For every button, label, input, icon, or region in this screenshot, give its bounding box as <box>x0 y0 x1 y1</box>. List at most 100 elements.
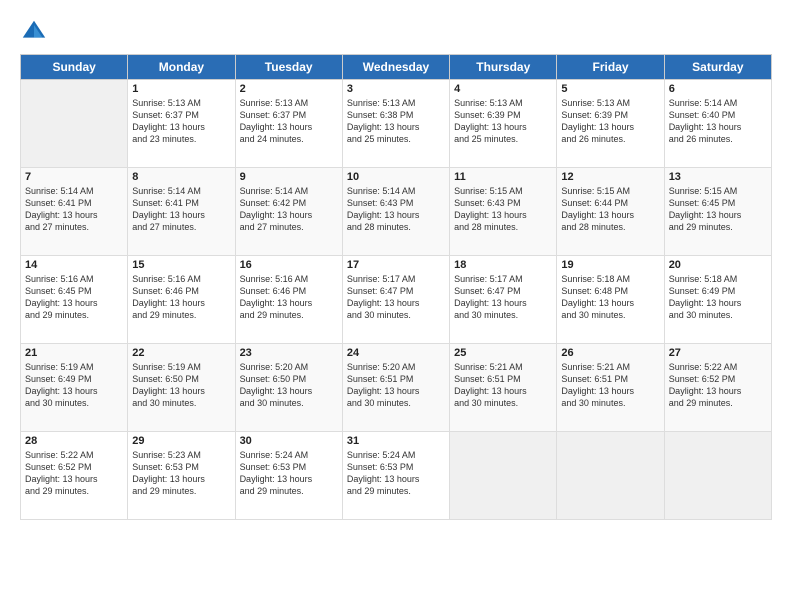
day-info: Sunrise: 5:18 AM Sunset: 6:49 PM Dayligh… <box>669 273 767 322</box>
calendar-cell: 23 Sunrise: 5:20 AM Sunset: 6:50 PM Dayli… <box>235 344 342 432</box>
day-number: 13 <box>669 171 767 183</box>
day-info: Sunrise: 5:14 AM Sunset: 6:43 PM Dayligh… <box>347 185 445 234</box>
day-number: 11 <box>454 171 552 183</box>
day-info: Sunrise: 5:13 AM Sunset: 6:38 PM Dayligh… <box>347 97 445 146</box>
day-number: 29 <box>132 435 230 447</box>
calendar-cell: 5 Sunrise: 5:13 AM Sunset: 6:39 PM Daylig… <box>557 80 664 168</box>
weekday-header-saturday: Saturday <box>664 55 771 80</box>
day-number: 30 <box>240 435 338 447</box>
weekday-header-thursday: Thursday <box>450 55 557 80</box>
day-number: 21 <box>25 347 123 359</box>
day-info: Sunrise: 5:17 AM Sunset: 6:47 PM Dayligh… <box>347 273 445 322</box>
day-info: Sunrise: 5:19 AM Sunset: 6:49 PM Dayligh… <box>25 361 123 410</box>
day-number: 27 <box>669 347 767 359</box>
day-info: Sunrise: 5:14 AM Sunset: 6:41 PM Dayligh… <box>25 185 123 234</box>
calendar-cell: 11 Sunrise: 5:15 AM Sunset: 6:43 PM Dayli… <box>450 168 557 256</box>
calendar-cell: 19 Sunrise: 5:18 AM Sunset: 6:48 PM Dayli… <box>557 256 664 344</box>
day-info: Sunrise: 5:14 AM Sunset: 6:42 PM Dayligh… <box>240 185 338 234</box>
day-info: Sunrise: 5:22 AM Sunset: 6:52 PM Dayligh… <box>669 361 767 410</box>
day-info: Sunrise: 5:14 AM Sunset: 6:41 PM Dayligh… <box>132 185 230 234</box>
day-info: Sunrise: 5:14 AM Sunset: 6:40 PM Dayligh… <box>669 97 767 146</box>
day-number: 31 <box>347 435 445 447</box>
calendar-cell: 24 Sunrise: 5:20 AM Sunset: 6:51 PM Dayli… <box>342 344 449 432</box>
day-number: 6 <box>669 83 767 95</box>
day-info: Sunrise: 5:23 AM Sunset: 6:53 PM Dayligh… <box>132 449 230 498</box>
day-info: Sunrise: 5:15 AM Sunset: 6:45 PM Dayligh… <box>669 185 767 234</box>
day-info: Sunrise: 5:15 AM Sunset: 6:43 PM Dayligh… <box>454 185 552 234</box>
calendar-cell <box>450 432 557 520</box>
calendar-week-0: 1 Sunrise: 5:13 AM Sunset: 6:37 PM Daylig… <box>21 80 772 168</box>
day-number: 19 <box>561 259 659 271</box>
weekday-header-monday: Monday <box>128 55 235 80</box>
day-number: 18 <box>454 259 552 271</box>
day-number: 4 <box>454 83 552 95</box>
calendar-cell: 3 Sunrise: 5:13 AM Sunset: 6:38 PM Daylig… <box>342 80 449 168</box>
day-number: 24 <box>347 347 445 359</box>
calendar-cell: 7 Sunrise: 5:14 AM Sunset: 6:41 PM Daylig… <box>21 168 128 256</box>
calendar-cell: 9 Sunrise: 5:14 AM Sunset: 6:42 PM Daylig… <box>235 168 342 256</box>
day-number: 10 <box>347 171 445 183</box>
day-number: 8 <box>132 171 230 183</box>
calendar-week-4: 28 Sunrise: 5:22 AM Sunset: 6:52 PM Dayli… <box>21 432 772 520</box>
day-info: Sunrise: 5:16 AM Sunset: 6:46 PM Dayligh… <box>240 273 338 322</box>
calendar-cell: 13 Sunrise: 5:15 AM Sunset: 6:45 PM Dayli… <box>664 168 771 256</box>
day-info: Sunrise: 5:13 AM Sunset: 6:37 PM Dayligh… <box>132 97 230 146</box>
day-number: 23 <box>240 347 338 359</box>
calendar-cell: 2Sunrise: 5:13 AM Sunset: 6:37 PM Daylig… <box>235 80 342 168</box>
day-number: 17 <box>347 259 445 271</box>
calendar-cell: 26Sunrise: 5:21 AM Sunset: 6:51 PM Dayli… <box>557 344 664 432</box>
calendar-cell: 6 Sunrise: 5:14 AM Sunset: 6:40 PM Daylig… <box>664 80 771 168</box>
day-info: Sunrise: 5:24 AM Sunset: 6:53 PM Dayligh… <box>240 449 338 498</box>
day-number: 7 <box>25 171 123 183</box>
calendar-cell: 15 Sunrise: 5:16 AM Sunset: 6:46 PM Dayli… <box>128 256 235 344</box>
day-info: Sunrise: 5:15 AM Sunset: 6:44 PM Dayligh… <box>561 185 659 234</box>
day-number: 25 <box>454 347 552 359</box>
calendar-cell <box>557 432 664 520</box>
logo <box>20 18 52 46</box>
calendar-cell: 21 Sunrise: 5:19 AM Sunset: 6:49 PM Dayli… <box>21 344 128 432</box>
calendar-cell: 22Sunrise: 5:19 AM Sunset: 6:50 PM Dayli… <box>128 344 235 432</box>
calendar-week-1: 7 Sunrise: 5:14 AM Sunset: 6:41 PM Daylig… <box>21 168 772 256</box>
calendar-cell: 8 Sunrise: 5:14 AM Sunset: 6:41 PM Daylig… <box>128 168 235 256</box>
day-info: Sunrise: 5:18 AM Sunset: 6:48 PM Dayligh… <box>561 273 659 322</box>
day-number: 12 <box>561 171 659 183</box>
day-info: Sunrise: 5:17 AM Sunset: 6:47 PM Dayligh… <box>454 273 552 322</box>
calendar-cell: 14Sunrise: 5:16 AM Sunset: 6:45 PM Dayli… <box>21 256 128 344</box>
page: SundayMondayTuesdayWednesdayThursdayFrid… <box>0 0 792 612</box>
calendar-cell: 17 Sunrise: 5:17 AM Sunset: 6:47 PM Dayli… <box>342 256 449 344</box>
day-info: Sunrise: 5:13 AM Sunset: 6:39 PM Dayligh… <box>454 97 552 146</box>
day-number: 28 <box>25 435 123 447</box>
day-info: Sunrise: 5:21 AM Sunset: 6:51 PM Dayligh… <box>561 361 659 410</box>
calendar-cell: 16Sunrise: 5:16 AM Sunset: 6:46 PM Dayli… <box>235 256 342 344</box>
day-number: 9 <box>240 171 338 183</box>
calendar-header-row: SundayMondayTuesdayWednesdayThursdayFrid… <box>21 55 772 80</box>
calendar-cell: 20 Sunrise: 5:18 AM Sunset: 6:49 PM Dayli… <box>664 256 771 344</box>
day-number: 20 <box>669 259 767 271</box>
calendar-week-2: 14Sunrise: 5:16 AM Sunset: 6:45 PM Dayli… <box>21 256 772 344</box>
day-info: Sunrise: 5:20 AM Sunset: 6:51 PM Dayligh… <box>347 361 445 410</box>
weekday-header-friday: Friday <box>557 55 664 80</box>
day-info: Sunrise: 5:13 AM Sunset: 6:39 PM Dayligh… <box>561 97 659 146</box>
day-number: 15 <box>132 259 230 271</box>
day-info: Sunrise: 5:21 AM Sunset: 6:51 PM Dayligh… <box>454 361 552 410</box>
day-info: Sunrise: 5:22 AM Sunset: 6:52 PM Dayligh… <box>25 449 123 498</box>
calendar-cell: 10 Sunrise: 5:14 AM Sunset: 6:43 PM Dayli… <box>342 168 449 256</box>
calendar-cell: 29 Sunrise: 5:23 AM Sunset: 6:53 PM Dayli… <box>128 432 235 520</box>
calendar-cell <box>664 432 771 520</box>
day-info: Sunrise: 5:19 AM Sunset: 6:50 PM Dayligh… <box>132 361 230 410</box>
day-info: Sunrise: 5:13 AM Sunset: 6:37 PM Dayligh… <box>240 97 338 146</box>
day-number: 3 <box>347 83 445 95</box>
calendar-cell: 30 Sunrise: 5:24 AM Sunset: 6:53 PM Dayli… <box>235 432 342 520</box>
day-info: Sunrise: 5:20 AM Sunset: 6:50 PM Dayligh… <box>240 361 338 410</box>
day-number: 5 <box>561 83 659 95</box>
calendar-cell: 31Sunrise: 5:24 AM Sunset: 6:53 PM Dayli… <box>342 432 449 520</box>
weekday-header-sunday: Sunday <box>21 55 128 80</box>
day-number: 1 <box>132 83 230 95</box>
calendar-table: SundayMondayTuesdayWednesdayThursdayFrid… <box>20 54 772 520</box>
weekday-header-wednesday: Wednesday <box>342 55 449 80</box>
calendar-cell: 25 Sunrise: 5:21 AM Sunset: 6:51 PM Dayli… <box>450 344 557 432</box>
calendar-cell: 28 Sunrise: 5:22 AM Sunset: 6:52 PM Dayli… <box>21 432 128 520</box>
weekday-header-tuesday: Tuesday <box>235 55 342 80</box>
day-info: Sunrise: 5:16 AM Sunset: 6:46 PM Dayligh… <box>132 273 230 322</box>
header <box>20 18 772 46</box>
